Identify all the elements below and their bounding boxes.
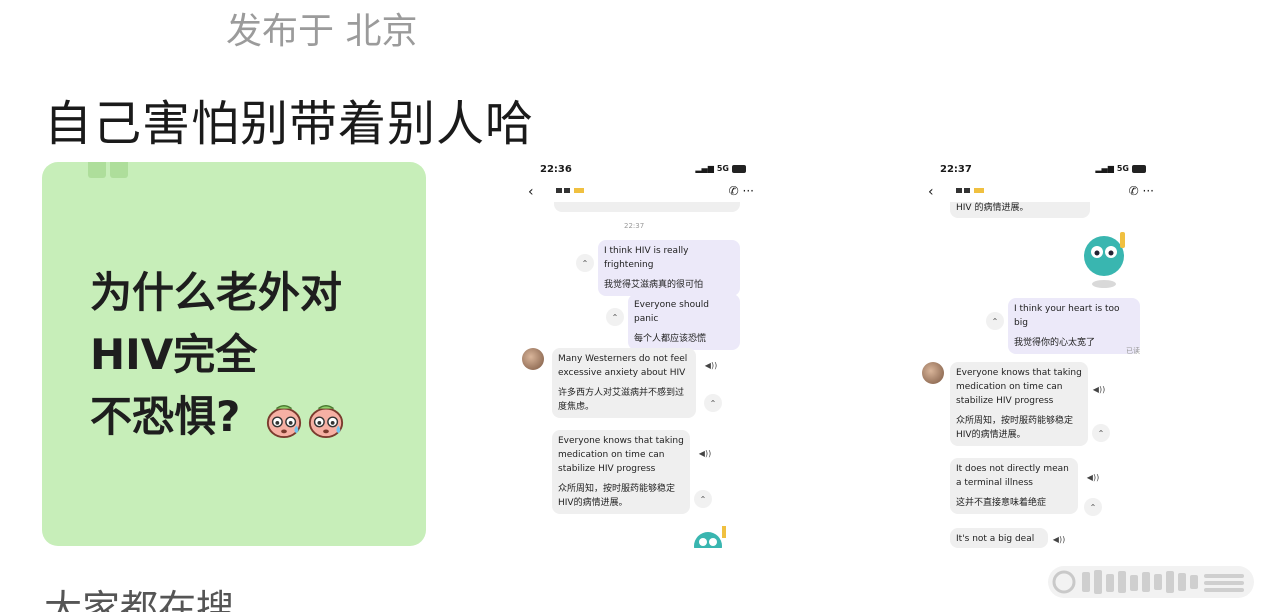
- status-indicators: ▂▄▆ 5G: [695, 164, 746, 173]
- message-bubble-in[interactable]: Everyone knows that taking medication on…: [552, 430, 690, 514]
- mascot-icon: [1084, 232, 1125, 288]
- speaker-icon[interactable]: ◀)): [1050, 530, 1068, 548]
- chat-timestamp: 22:37: [624, 222, 645, 230]
- card-line-2: HIV完全: [90, 330, 258, 379]
- message-bubble-out[interactable]: Everyone should panic 每个人都应该恐慌: [628, 294, 740, 350]
- message-bubble-in[interactable]: It does not directly mean a terminal ill…: [950, 458, 1078, 514]
- quote-mark-icon: [88, 162, 132, 178]
- message-en: Everyone knows that taking medication on…: [956, 368, 1082, 406]
- battery-icon: [732, 164, 746, 173]
- network-label: 5G: [1116, 164, 1129, 173]
- chat-header-actions: ✆ ···: [1129, 184, 1154, 198]
- signal-icon: ▂▄▆: [1095, 164, 1114, 173]
- message-bubble-in[interactable]: Many Westerners do not feel excessive an…: [552, 348, 696, 418]
- message-bubble-in[interactable]: It's not a big deal: [950, 528, 1048, 548]
- post-image-chat-screenshot-2[interactable]: 22:37 ▂▄▆ 5G ‹ ✆ ··· HIV 的病情进展。 ⌃ I thin…: [914, 158, 1214, 548]
- chevron-up-icon[interactable]: ⌃: [606, 308, 624, 326]
- card-line-3: 不恐惧?: [90, 392, 241, 441]
- message-en: I think your heart is too big: [1014, 304, 1120, 328]
- speaker-icon[interactable]: ◀)): [1084, 468, 1102, 486]
- battery-icon: [1132, 164, 1146, 173]
- post-image-question-card[interactable]: 为什么老外对 HIV完全 不恐惧?: [42, 162, 426, 546]
- message-en: Everyone knows that taking medication on…: [558, 436, 684, 474]
- message-bubble-out[interactable]: I think HIV is really frightening 我觉得艾滋病…: [598, 240, 740, 296]
- chevron-left-icon[interactable]: ‹: [928, 184, 934, 200]
- mascot-icon: [694, 526, 726, 548]
- network-label: 5G: [716, 164, 729, 173]
- trending-search-heading: 大家都在搜: [44, 587, 235, 612]
- message-zh: 众所周知，按时服药能够稳定HIV的病情进展。: [558, 484, 676, 508]
- chevron-up-icon[interactable]: ⌃: [694, 490, 712, 508]
- message-en: It's not a big deal: [956, 534, 1035, 544]
- post-text: 自己害怕别带着别人哈: [44, 96, 535, 152]
- status-indicators: ▂▄▆ 5G: [1095, 164, 1146, 173]
- chevron-up-icon[interactable]: ⌃: [704, 394, 722, 412]
- read-receipt: 已读: [1126, 347, 1140, 355]
- message-zh: 众所周知，按时服药能够稳定HIV的病情进展。: [956, 416, 1074, 440]
- chevron-up-icon[interactable]: ⌃: [1092, 424, 1110, 442]
- message-en: Everyone should panic: [634, 300, 710, 324]
- message-bubble-in[interactable]: Everyone knows that taking medication on…: [950, 362, 1088, 446]
- speaker-icon[interactable]: ◀)): [1090, 380, 1108, 398]
- status-time: 22:37: [940, 164, 972, 175]
- more-icon[interactable]: ···: [743, 184, 754, 198]
- sweating-face-icon: [266, 404, 302, 438]
- message-zh: 每个人都应该恐慌: [634, 334, 707, 344]
- watermark-logo: [1048, 566, 1254, 598]
- speaker-icon[interactable]: ◀)): [696, 444, 714, 462]
- message-zh: 我觉得你的心太宽了: [1014, 338, 1096, 348]
- avatar[interactable]: [522, 348, 544, 370]
- message-zh: 我觉得艾滋病真的很可怕: [604, 280, 704, 290]
- more-icon[interactable]: ···: [1143, 184, 1154, 198]
- post-location: 发布于 北京: [226, 11, 418, 52]
- message-zh: HIV 的病情进展。: [956, 203, 1029, 213]
- message-zh: 许多西方人对艾滋病并不感到过度焦虑。: [558, 388, 685, 412]
- avatar[interactable]: [922, 362, 944, 384]
- sweating-emoji-pair: [265, 401, 345, 439]
- message-en: It does not directly mean a terminal ill…: [956, 464, 1069, 488]
- chevron-up-icon[interactable]: ⌃: [986, 312, 1004, 330]
- contact-avatar-icon: [956, 186, 986, 196]
- chevron-left-icon[interactable]: ‹: [528, 184, 534, 200]
- card-line-3-row: 不恐惧?: [90, 386, 345, 448]
- previous-message-fragment: HIV 的病情进展。: [950, 202, 1090, 218]
- card-question: 为什么老外对 HIV完全 不恐惧?: [90, 262, 345, 448]
- sweating-face-icon-2: [308, 404, 344, 438]
- contact-avatar-icon: [556, 186, 586, 196]
- message-en: Many Westerners do not feel excessive an…: [558, 354, 688, 378]
- chevron-up-icon[interactable]: ⌃: [1084, 498, 1102, 516]
- speaker-icon[interactable]: ◀)): [702, 356, 720, 374]
- phone-icon[interactable]: ✆: [729, 184, 739, 198]
- message-zh: 这并不直接意味着绝症: [956, 498, 1047, 508]
- previous-message-fragment: [554, 202, 740, 212]
- phone-icon[interactable]: ✆: [1129, 184, 1139, 198]
- message-bubble-out[interactable]: I think your heart is too big 我觉得你的心太宽了: [1008, 298, 1140, 354]
- message-en: I think HIV is really frightening: [604, 246, 689, 270]
- chat-header-actions: ✆ ···: [729, 184, 754, 198]
- post-image-chat-screenshot-1[interactable]: 22:36 ▂▄▆ 5G ‹ ✆ ··· 22:37 ⌃ I think HIV…: [514, 158, 814, 548]
- signal-icon: ▂▄▆: [695, 164, 714, 173]
- card-line-1: 为什么老外对: [90, 268, 343, 317]
- status-time: 22:36: [540, 164, 572, 175]
- chevron-up-icon[interactable]: ⌃: [576, 254, 594, 272]
